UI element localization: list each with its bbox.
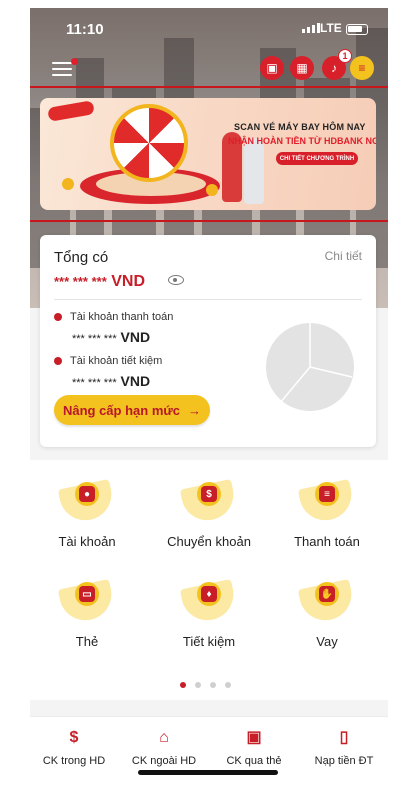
service-transfer[interactable]: $ Chuyển khoản bbox=[154, 478, 264, 549]
service-payment[interactable]: ≡ Thanh toán bbox=[272, 478, 382, 549]
account-icon: ● bbox=[57, 478, 117, 526]
transfer-icon: $ bbox=[179, 478, 239, 526]
payment-icon: ≡ bbox=[297, 478, 357, 526]
arrow-right-icon: → bbox=[188, 402, 202, 418]
page-indicator[interactable] bbox=[180, 682, 231, 688]
menu-icon[interactable] bbox=[52, 58, 78, 76]
signal-icon bbox=[302, 23, 320, 33]
gift-icon[interactable]: ≡ bbox=[350, 56, 374, 80]
card-transfer-icon: ▣ bbox=[246, 729, 262, 746]
balance-card: Tổng có Chi tiết *** *** *** VND Tài kho… bbox=[40, 235, 376, 447]
service-account[interactable]: ● Tài khoản bbox=[32, 478, 142, 549]
service-loan[interactable]: ✋ Vay bbox=[272, 578, 382, 649]
card-icon: ▭ bbox=[57, 578, 117, 626]
nav-card-transfer[interactable]: ▣ CK qua thẻ bbox=[210, 729, 298, 767]
total-balance-label: Tổng có bbox=[54, 249, 109, 266]
bank-icon: ⌂ bbox=[159, 729, 169, 746]
home-indicator bbox=[138, 770, 278, 775]
total-balance-value: *** *** *** VND bbox=[54, 273, 145, 290]
services-grid: ● Tài khoản $ Chuyển khoản ≡ Thanh toán … bbox=[30, 460, 388, 700]
loan-icon: ✋ bbox=[297, 578, 357, 626]
bus-icon[interactable]: ▣ bbox=[260, 56, 284, 80]
divider bbox=[54, 299, 362, 300]
app-screen: 11:10 LTE ▣ ▦ ♪ 1 ≡ SCAN VÉ MÁY BAY HÔM … bbox=[30, 8, 388, 790]
savings-icon: ♦ bbox=[179, 578, 239, 626]
service-card[interactable]: ▭ Thẻ bbox=[32, 578, 142, 649]
battery-icon bbox=[346, 24, 368, 35]
banner-highlight-frame bbox=[30, 86, 388, 222]
status-bar: 11:10 LTE bbox=[30, 8, 388, 48]
savings-account-label: Tài khoản tiết kiệm bbox=[54, 355, 162, 367]
checking-account-value: *** *** *** VND bbox=[72, 329, 151, 345]
bell-icon[interactable]: ♪ 1 bbox=[322, 49, 352, 80]
detail-link[interactable]: Chi tiết bbox=[325, 249, 362, 263]
checking-account-label: Tài khoản thanh toán bbox=[54, 311, 173, 323]
nav-external-transfer[interactable]: ⌂ CK ngoài HD bbox=[120, 729, 208, 767]
network-label: LTE bbox=[320, 21, 342, 35]
phone-topup-icon: ▯ bbox=[339, 729, 349, 746]
savings-account-value: *** *** *** VND bbox=[72, 373, 151, 389]
service-savings[interactable]: ♦ Tiết kiệm bbox=[154, 578, 264, 649]
bottom-nav: $ CK trong HD ⌂ CK ngoài HD ▣ CK qua thẻ… bbox=[30, 716, 388, 790]
balance-pie-chart bbox=[266, 323, 354, 411]
nav-internal-transfer[interactable]: $ CK trong HD bbox=[30, 729, 118, 767]
internal-transfer-icon: $ bbox=[69, 729, 79, 746]
status-time: 11:10 bbox=[66, 21, 104, 38]
nav-phone-topup[interactable]: ▯ Nạp tiền ĐT bbox=[300, 729, 388, 767]
qr-icon[interactable]: ▦ bbox=[290, 56, 314, 80]
notification-badge: 1 bbox=[338, 49, 352, 63]
show-balance-icon[interactable] bbox=[168, 275, 184, 285]
upgrade-limit-button[interactable]: Nâng cấp hạn mức → bbox=[54, 395, 210, 425]
